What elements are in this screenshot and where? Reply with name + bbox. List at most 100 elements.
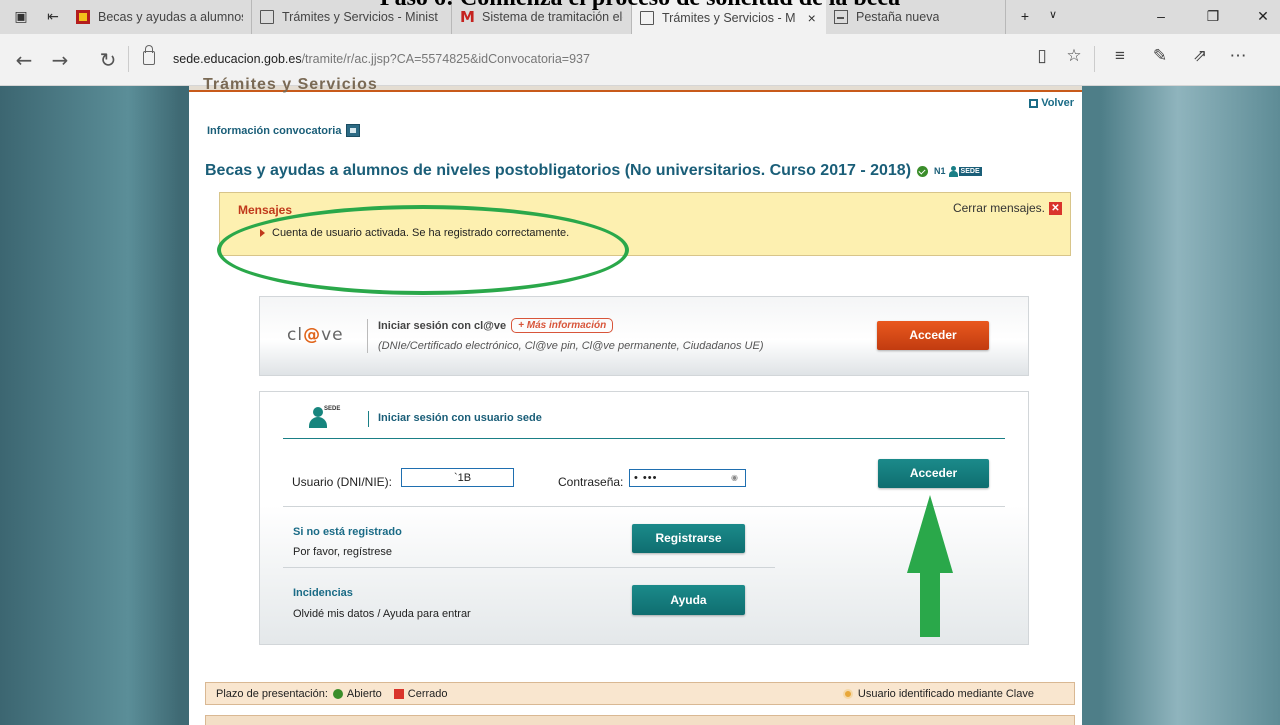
user-input[interactable]: `1B [401, 468, 514, 487]
sede-mini-label: SEDE [324, 406, 341, 412]
legend-closed: Cerrado [407, 687, 448, 700]
clave-heading: Iniciar sesión con cl@ve + Más informaci… [378, 318, 614, 333]
tab-new[interactable]: Pestaña nueva [826, 0, 1006, 34]
info-convocatoria-link[interactable]: Información convocatoria [207, 124, 361, 137]
close-messages-link[interactable]: Cerrar mensajes. ✕ [953, 201, 1062, 215]
reveal-password-icon[interactable]: ◉ [731, 473, 739, 482]
register-button[interactable]: Registrarse [632, 524, 745, 553]
close-icon [393, 688, 404, 699]
clave-login-panel: cl@ve Iniciar sesión con cl@ve + Más inf… [259, 296, 1029, 376]
legend-open: Abierto [346, 687, 382, 700]
volver-link[interactable]: Volver [1029, 97, 1074, 109]
messages-box: Mensajes Cerrar mensajes. ✕ Cuenta de us… [219, 192, 1071, 256]
tab-tramites-active[interactable]: Trámites y Servicios - M × [632, 0, 826, 35]
close-tab-icon[interactable]: × [808, 10, 816, 26]
more-info-button[interactable]: + Más información [511, 318, 614, 333]
password-value: • ••• [634, 472, 658, 484]
minimize-icon[interactable]: – [1150, 8, 1172, 24]
back-icon[interactable]: ← [12, 49, 36, 71]
clave-dot-icon [842, 689, 853, 699]
tab-title: Trámites y Servicios - Minist [282, 10, 438, 24]
message-item: Cuenta de usuario activada. Se ha regist… [260, 227, 569, 239]
legend-clave-user: Usuario identificado mediante Clave [857, 688, 1034, 700]
clave-logo: cl@ve [287, 325, 344, 345]
incidents-text: Olvidé mis datos / Ayuda para entrar [293, 608, 471, 620]
close-icon[interactable]: ✕ [1049, 201, 1062, 215]
tab-becas[interactable]: Becas y ayudas a alumnos d [68, 0, 252, 34]
divider [128, 46, 129, 72]
web-note-icon[interactable]: ✎ [1148, 46, 1172, 66]
url-path: /tramite/r/ac.jjsp?CA=5574825&idConvocat… [301, 52, 590, 66]
bullet-arrow-icon [260, 229, 265, 237]
divider [368, 411, 369, 427]
user-label: Usuario (DNI/NIE): [292, 475, 393, 489]
site-header-title: Trámites y Servicios [203, 76, 378, 93]
favorite-star-icon[interactable]: ☆ [1062, 46, 1086, 66]
register-title: Si no está registrado [293, 526, 402, 538]
divider [367, 319, 368, 353]
info-convocatoria-label: Información convocatoria [207, 124, 342, 137]
forward-icon[interactable]: → [48, 49, 72, 71]
close-messages-label: Cerrar mensajes. [952, 201, 1045, 215]
main-page: Trámites y Servicios Volver Información … [189, 76, 1082, 725]
tab-title: Becas y ayudas a alumnos d [98, 10, 243, 24]
site-favicon-icon [76, 10, 90, 24]
close-window-icon[interactable]: ✕ [1252, 8, 1274, 25]
help-button[interactable]: Ayuda [632, 585, 745, 615]
sede-acceder-button[interactable]: Acceder [878, 459, 989, 488]
sede-login-panel: SEDE Iniciar sesión con usuario sede Usu… [259, 391, 1029, 645]
hub-icon[interactable]: ≡ [1108, 46, 1132, 66]
divider [1094, 46, 1095, 72]
tab-preview-icon[interactable]: ▣ [12, 8, 30, 26]
tab-tramites-1[interactable]: Trámites y Servicios - Minist [252, 0, 452, 34]
sede-badge: SEDE [948, 165, 982, 177]
footer-strip [205, 715, 1075, 725]
page-title: Becas y ayudas a alumnos de niveles post… [205, 162, 982, 180]
clave-subtitle: (DNIe/Certificado electrónico, Cl@ve pin… [378, 340, 764, 352]
tab-title: Trámites y Servicios - M [662, 10, 796, 25]
url-field[interactable]: sede.educacion.gob.es/tramite/r/ac.jjsp?… [173, 52, 590, 66]
url-domain: sede.educacion.gob.es [173, 52, 302, 66]
share-icon[interactable]: ⇗ [1188, 46, 1212, 66]
level-badge: N1 [934, 166, 946, 176]
refresh-icon[interactable]: ↻ [96, 49, 120, 71]
clave-user-indicator: Usuario identificado mediante Clave [842, 688, 1034, 700]
address-bar: ← → ↻ sede.educacion.gob.es/tramite/r/ac… [0, 34, 1280, 86]
tab-gmail[interactable]: M Sistema de tramitación elec [452, 0, 632, 34]
page-icon [640, 10, 654, 25]
add-tab-icon[interactable]: + [1014, 8, 1036, 24]
check-icon [917, 165, 929, 177]
sede-heading: Iniciar sesión con usuario sede [378, 412, 542, 424]
deadline-legend: Plazo de presentación: Abierto Cerrado U… [205, 682, 1075, 705]
more-icon[interactable]: ⋯ [1226, 46, 1250, 66]
divider [283, 506, 1005, 507]
restore-icon[interactable]: ❐ [1202, 8, 1224, 25]
incidents-title: Incidencias [293, 587, 353, 599]
legend-label: Plazo de presentación: [216, 687, 328, 700]
divider [283, 438, 1005, 439]
gmail-icon: M [460, 8, 475, 26]
divider [283, 567, 775, 568]
info-document-icon [346, 124, 361, 137]
page-icon [260, 10, 274, 24]
reading-view-icon[interactable]: ▯ [1030, 46, 1054, 66]
clave-heading-text: Iniciar sesión con cl@ve [378, 319, 507, 332]
user-icon [948, 165, 958, 177]
messages-title: Mensajes [238, 203, 293, 217]
sede-tag: SEDE [958, 166, 982, 176]
set-aside-tabs-icon[interactable]: ⇤ [44, 8, 62, 26]
tab-title: Pestaña nueva [856, 10, 940, 24]
register-text: Por favor, regístrese [293, 546, 393, 558]
check-icon [332, 688, 343, 699]
password-label: Contraseña: [558, 475, 624, 489]
page-title-text: Becas y ayudas a alumnos de niveles post… [205, 162, 912, 179]
volver-label: Volver [1041, 97, 1074, 109]
clave-acceder-button[interactable]: Acceder [877, 321, 989, 350]
lock-icon [143, 45, 155, 65]
new-tab-icon [834, 10, 848, 24]
tab-bar: ▣ ⇤ Becas y ayudas a alumnos d Trámites … [0, 0, 1280, 35]
chevron-down-icon[interactable]: ∨ [1042, 8, 1064, 21]
back-square-icon [1029, 98, 1039, 108]
tab-title: Sistema de tramitación elec [482, 10, 623, 24]
password-input[interactable]: • ••• ◉ [629, 469, 746, 487]
